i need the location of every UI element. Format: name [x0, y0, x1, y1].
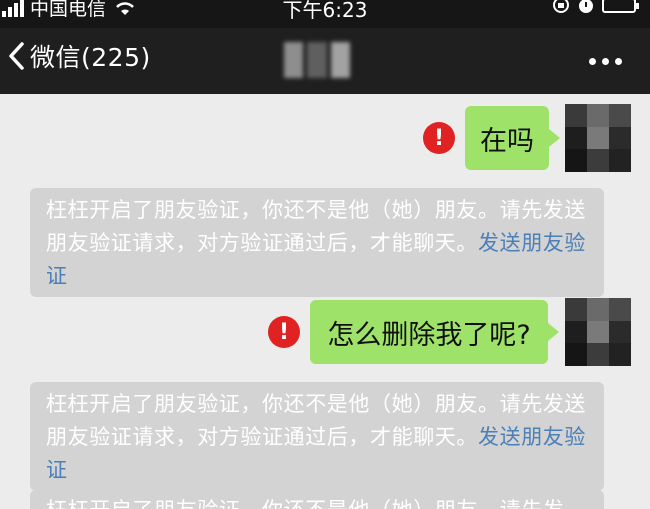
message-bubble[interactable]: 怎么删除我了呢?: [310, 300, 559, 364]
message-text: 在吗: [480, 125, 534, 157]
status-bar: 中国电信 下午6:23: [0, 0, 650, 28]
back-button[interactable]: 微信(225): [6, 38, 151, 74]
orientation-lock-icon: [553, 0, 569, 13]
system-notice: 枉枉开启了朋友验证，你还不是他（她）朋友。请先发: [30, 490, 604, 509]
system-notice: 枉枉开启了朋友验证，你还不是他（她）朋友。请先发送朋友验证请求，对方验证通过后，…: [30, 188, 604, 297]
avatar[interactable]: [565, 104, 631, 172]
notice-text: 枉枉开启了朋友验证，你还不是他（她）朋友。请先发: [46, 498, 564, 509]
chat-area: ! 在吗 枉枉开启了朋友验证，你还不是他（她）朋友。请先发送朋友验证请求，对方验…: [0, 94, 650, 509]
status-right: [552, 0, 639, 14]
message-bubble[interactable]: 在吗: [465, 106, 560, 170]
exclamation-icon[interactable]: !: [423, 122, 455, 154]
message-text: 怎么删除我了呢?: [327, 319, 531, 351]
avatar[interactable]: [565, 298, 631, 366]
alarm-icon: [579, 0, 593, 13]
exclamation-icon[interactable]: !: [268, 316, 300, 348]
system-notice: 枉枉开启了朋友验证，你还不是他（她）朋友。请先发送朋友验证请求，对方验证通过后，…: [30, 382, 604, 491]
battery-icon: [602, 0, 639, 13]
nav-bar: 微信(225): [0, 28, 650, 94]
back-label: 微信(225): [30, 43, 151, 72]
chat-title-blurred: [284, 42, 350, 78]
more-dots-icon[interactable]: [589, 58, 622, 65]
chevron-left-icon: [9, 42, 24, 70]
